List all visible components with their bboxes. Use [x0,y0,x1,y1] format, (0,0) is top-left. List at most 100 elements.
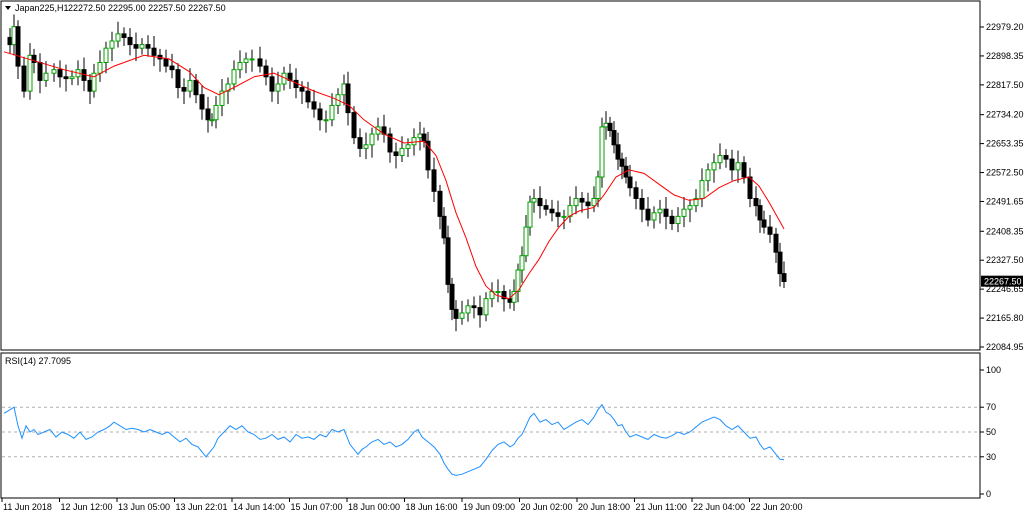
candle-body [687,205,693,210]
candle-body [275,83,281,92]
candle-body [257,58,263,67]
candle-body [109,40,115,49]
candle-body [69,76,75,80]
candle-body [507,298,513,303]
candle-body [615,144,621,160]
candle-body [619,158,625,167]
candle-body [591,197,597,207]
candle-body [37,61,43,81]
time-tick-label: 20 Jun 18:00 [578,502,630,512]
candle-body [663,208,669,217]
candle-body [773,233,779,253]
candle-body [15,26,21,67]
candle-body [675,215,681,225]
candle-body [121,33,127,38]
candle-body [753,197,759,207]
candle-body [681,208,687,217]
candle-body [421,133,427,142]
candle-body [477,307,483,316]
candle-body [483,298,489,316]
candle-body [97,61,103,74]
time-tick-label: 18 Jun 16:00 [406,502,458,512]
candle-body [305,90,311,103]
candle-body [599,126,605,178]
candle-body [585,201,591,207]
time-tick-label: 22 Jun 04:00 [693,502,745,512]
candle-body [345,83,351,114]
candle-body [645,208,651,221]
candle-body [139,44,145,49]
candle-body [323,119,329,122]
current-price-label: 22267.50 [984,277,1022,287]
candle-body [7,36,13,46]
candle-body [627,176,633,189]
candle-body [579,197,585,203]
price-tick-label: 22653.35 [986,139,1024,149]
candle-body [495,291,501,294]
price-tick-label: 22979.20 [986,22,1024,32]
candle-body [729,158,735,171]
candle-body [405,144,411,149]
candle-body [63,76,69,80]
time-tick-label: 18 Jun 00:00 [348,502,400,512]
price-chart-title: Japan225,H1 [15,3,69,13]
time-tick-label: 13 Jun 05:00 [118,502,170,512]
rsi-title: RSI(14) 27.7095 [5,356,71,366]
candle-body [399,147,405,157]
candle-body [431,169,437,192]
candle-body [531,197,537,203]
candle-body [269,76,275,92]
candle-body [523,226,529,257]
candle-body [357,137,363,149]
candle-body [767,226,773,235]
candle-body [437,190,443,217]
candle-body [237,61,243,71]
time-tick-label: 19 Jun 09:00 [463,502,515,512]
candle-body [519,255,525,271]
candle-body [747,176,753,199]
price-tick-label: 22327.50 [986,255,1024,265]
candle-body [115,33,121,42]
candle-body [209,119,215,122]
candle-body [87,79,93,92]
candle-body [181,87,187,92]
candle-body [417,133,423,139]
time-tick-label: 12 Jun 12:00 [61,502,113,512]
time-tick-label: 22 Jun 20:00 [751,502,803,512]
candle-body [711,162,717,171]
time-tick-label: 15 Jun 07:00 [291,502,343,512]
rsi-tick-label: 30 [986,452,996,462]
price-tick-label: 22165.80 [986,313,1024,323]
time-tick-label: 14 Jun 14:00 [233,502,285,512]
candle-body [205,108,211,121]
candle-body [163,58,169,67]
candle-body [169,65,175,71]
candle-body [127,36,133,46]
candle-body [561,215,567,218]
candle-body [657,208,663,214]
candle-body [669,215,675,225]
candle-body [611,129,617,146]
price-tick-label: 22408.35 [986,226,1024,236]
candle-body [51,69,57,74]
candle-body [231,69,237,85]
candle-body [757,205,763,221]
candle-body [781,273,787,282]
candle-body [449,283,455,310]
price-tick-label: 22898.35 [986,51,1024,61]
candle-body [249,58,255,61]
rsi-tick-label: 50 [986,427,996,437]
candle-body [341,83,347,96]
candle-body [537,197,543,207]
candle-body [27,54,33,92]
candle-body [311,101,317,110]
candle-body [299,87,305,92]
candle-body [741,162,747,178]
candle-body [329,104,335,121]
candle-body [735,162,741,171]
candle-body [43,72,49,81]
candle-body [453,308,459,319]
candle-body [651,212,657,221]
candle-body [459,312,465,319]
candle-body [363,144,369,149]
